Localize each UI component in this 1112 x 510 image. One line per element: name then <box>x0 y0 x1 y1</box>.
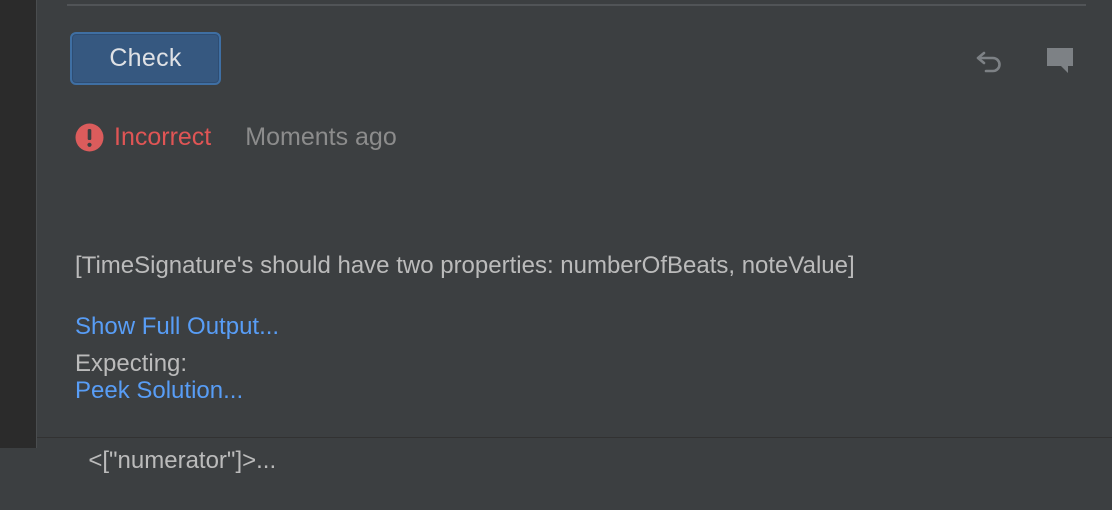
output-line: <["numerator"]>... <box>75 447 277 474</box>
left-gutter <box>0 0 36 448</box>
test-output: [TimeSignature's should have two propert… <box>75 185 855 510</box>
error-circle-icon <box>75 123 104 151</box>
comment-icon[interactable] <box>1045 45 1075 75</box>
status-label: Incorrect <box>114 122 212 151</box>
status-timestamp: Moments ago <box>245 122 397 151</box>
show-full-output-link[interactable]: Show Full Output... <box>75 313 279 341</box>
top-divider <box>67 4 1086 6</box>
output-line: [TimeSignature's should have two propert… <box>75 252 855 279</box>
output-line: Expecting: <box>75 349 188 377</box>
peek-solution-link[interactable]: Peek Solution... <box>75 377 243 405</box>
check-button[interactable]: Check <box>70 32 221 85</box>
check-status: Incorrect Moments ago <box>75 118 397 156</box>
undo-icon[interactable] <box>974 45 1006 75</box>
